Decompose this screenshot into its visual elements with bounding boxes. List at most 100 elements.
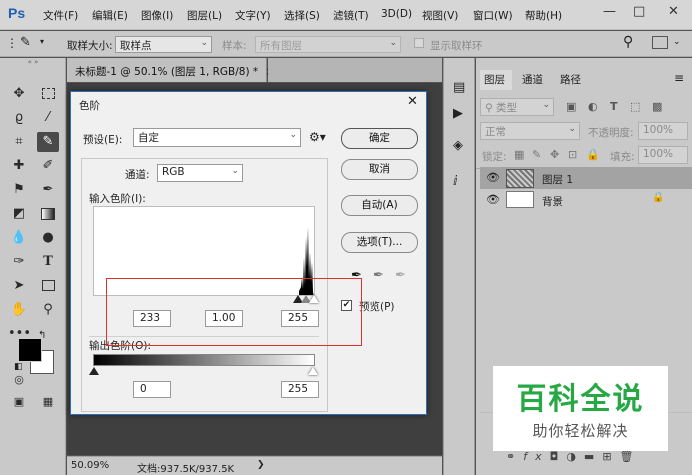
minimize-button[interactable]: — bbox=[603, 4, 616, 19]
filter-adjustment-icon[interactable]: ◐ bbox=[588, 100, 598, 113]
layer-filter-select[interactable]: ⚲ 类型 ⌄ bbox=[480, 98, 554, 116]
panel-menu-icon[interactable]: ≡ bbox=[674, 71, 684, 85]
brush-tool-icon[interactable]: ✐ bbox=[37, 156, 59, 176]
black-output-slider[interactable] bbox=[89, 367, 99, 375]
pen-tool-icon[interactable]: ✑ bbox=[8, 252, 30, 272]
screen-mode-icon[interactable]: ▣ bbox=[8, 392, 30, 412]
chevron-down-icon[interactable]: ▾ bbox=[40, 37, 44, 46]
lock-transparent-icon[interactable]: ▦ bbox=[514, 148, 524, 161]
lock-position-icon[interactable]: ✥ bbox=[550, 148, 559, 161]
document-tab[interactable]: 未标题-1 @ 50.1% (图层 1, RGB/8) * × bbox=[67, 58, 274, 82]
menu-help[interactable]: 帮助(H) bbox=[525, 8, 562, 23]
move-tool-icon[interactable]: ✥ bbox=[8, 84, 30, 104]
eraser-tool-icon[interactable]: ◩ bbox=[8, 204, 30, 224]
quick-mask-icon[interactable]: ◎ bbox=[8, 370, 30, 390]
tool-preset-icon[interactable]: ⋮ bbox=[6, 36, 18, 50]
status-menu-icon[interactable]: ❯ bbox=[257, 460, 265, 470]
new-layer-icon[interactable]: ⊞ bbox=[602, 450, 619, 463]
zoom-level[interactable]: 50.09% bbox=[71, 460, 109, 471]
actions-play-icon[interactable]: ▶ bbox=[453, 106, 463, 121]
foreground-color-swatch[interactable] bbox=[18, 338, 42, 362]
menu-file[interactable]: 文件(F) bbox=[43, 8, 78, 23]
filter-pixel-icon[interactable]: ▣ bbox=[566, 100, 576, 113]
fx-icon[interactable]: fx bbox=[523, 450, 549, 463]
clone-stamp-tool-icon[interactable]: ⚑ bbox=[8, 180, 30, 200]
layer-name[interactable]: 图层 1 bbox=[542, 172, 573, 187]
delete-layer-icon[interactable]: 🗑 bbox=[620, 450, 642, 463]
lock-artboard-icon[interactable]: ⊡ bbox=[568, 148, 577, 161]
output-white-field[interactable]: 255 bbox=[281, 381, 319, 398]
channel-select[interactable]: RGB ⌄ bbox=[157, 164, 243, 182]
new-group-icon[interactable]: ▬ bbox=[584, 450, 602, 463]
healing-brush-tool-icon[interactable]: ✚ bbox=[8, 156, 30, 176]
auto-button[interactable]: 自动(A) bbox=[341, 195, 418, 216]
white-output-slider[interactable] bbox=[308, 367, 318, 375]
options-button[interactable]: 选项(T)... bbox=[341, 232, 418, 253]
close-icon[interactable]: ✕ bbox=[407, 94, 418, 109]
white-point-eyedropper-icon[interactable]: ✒ bbox=[395, 268, 406, 283]
ok-button[interactable]: 确定 bbox=[341, 128, 418, 149]
visibility-eye-icon[interactable]: 👁 bbox=[486, 193, 500, 206]
blur-tool-icon[interactable]: 💧 bbox=[8, 228, 30, 248]
menu-3d[interactable]: 3D(D) bbox=[381, 8, 412, 20]
eyedropper-icon[interactable]: ✎ bbox=[20, 35, 31, 50]
lock-all-icon[interactable]: 🔒 bbox=[586, 148, 600, 161]
opacity-input[interactable]: 100% bbox=[638, 122, 688, 140]
blend-mode-select[interactable]: 正常 ⌄ bbox=[480, 122, 580, 140]
cancel-button[interactable]: 取消 bbox=[341, 159, 418, 180]
menu-type[interactable]: 文字(Y) bbox=[235, 8, 271, 23]
rectangle-tool-icon[interactable] bbox=[37, 276, 59, 296]
layer-row[interactable]: 👁 图层 1 bbox=[480, 167, 692, 189]
add-mask-icon[interactable]: ◘ bbox=[550, 450, 567, 463]
workspace-icon[interactable] bbox=[652, 36, 668, 49]
link-layers-icon[interactable]: ⚭ bbox=[506, 450, 523, 463]
menu-window[interactable]: 窗口(W) bbox=[473, 8, 513, 23]
menu-view[interactable]: 视图(V) bbox=[422, 8, 458, 23]
filter-type-icon[interactable]: T bbox=[610, 100, 618, 113]
preset-select[interactable]: 自定 ⌄ bbox=[133, 128, 301, 147]
show-ring-checkbox[interactable] bbox=[414, 38, 424, 48]
tab-paths[interactable]: 路径 bbox=[560, 72, 581, 87]
lasso-tool-icon[interactable]: ϱ bbox=[8, 108, 30, 128]
close-window-button[interactable]: ✕ bbox=[668, 4, 679, 19]
marquee-tool-icon[interactable] bbox=[37, 84, 59, 104]
frame-icon[interactable]: ▦ bbox=[37, 392, 59, 412]
sample-size-select[interactable]: 取样点 ⌄ bbox=[115, 36, 212, 53]
fill-input[interactable]: 100% bbox=[638, 146, 688, 164]
layer-name[interactable]: 背景 bbox=[542, 194, 563, 209]
preset-options-gear-icon[interactable]: ⚙▾ bbox=[309, 130, 326, 144]
sample-select[interactable]: 所有图层 ⌄ bbox=[255, 36, 401, 53]
type-tool-icon[interactable]: T bbox=[37, 252, 59, 272]
info-icon[interactable]: ⅈ bbox=[453, 174, 458, 189]
magic-wand-tool-icon[interactable]: ⁄ bbox=[37, 108, 59, 128]
gradient-tool-icon[interactable] bbox=[37, 204, 59, 224]
eyedropper-tool-icon[interactable]: ✎ bbox=[37, 132, 59, 152]
menu-select[interactable]: 选择(S) bbox=[284, 8, 320, 23]
history-brush-tool-icon[interactable]: ✒ bbox=[37, 180, 59, 200]
layer-row[interactable]: 👁 背景 🔒 bbox=[480, 189, 692, 211]
zoom-tool-icon[interactable]: ⚲ bbox=[37, 300, 59, 320]
menu-edit[interactable]: 编辑(E) bbox=[92, 8, 128, 23]
visibility-eye-icon[interactable]: 👁 bbox=[486, 171, 500, 184]
maximize-button[interactable]: □ bbox=[633, 4, 645, 19]
menu-image[interactable]: 图像(I) bbox=[141, 8, 173, 23]
dodge-tool-icon[interactable]: ● bbox=[37, 228, 59, 248]
adjustment-layer-icon[interactable]: ◑ bbox=[566, 450, 584, 463]
tab-channels[interactable]: 通道 bbox=[522, 72, 543, 87]
hand-tool-icon[interactable]: ✋ bbox=[8, 300, 30, 320]
output-black-field[interactable]: 0 bbox=[133, 381, 171, 398]
properties-icon[interactable]: ◈ bbox=[453, 138, 463, 153]
search-icon[interactable]: ⚲ bbox=[623, 34, 633, 50]
crop-tool-icon[interactable]: ⌗ bbox=[8, 132, 30, 152]
panel-collapse-icon[interactable]: « » bbox=[0, 58, 66, 66]
menu-filter[interactable]: 滤镜(T) bbox=[333, 8, 369, 23]
tab-layers[interactable]: 图层 bbox=[484, 72, 505, 87]
filter-shape-icon[interactable]: ⬚ bbox=[630, 100, 640, 113]
lock-image-icon[interactable]: ✎ bbox=[532, 148, 541, 161]
filter-smart-object-icon[interactable]: ▩ bbox=[652, 100, 662, 113]
gray-point-eyedropper-icon[interactable]: ✒ bbox=[373, 268, 384, 283]
path-selection-tool-icon[interactable]: ➤ bbox=[8, 276, 30, 296]
chevron-down-icon[interactable]: ⌄ bbox=[673, 37, 681, 47]
menu-layer[interactable]: 图层(L) bbox=[187, 8, 222, 23]
history-icon[interactable]: ▤ bbox=[453, 80, 465, 95]
